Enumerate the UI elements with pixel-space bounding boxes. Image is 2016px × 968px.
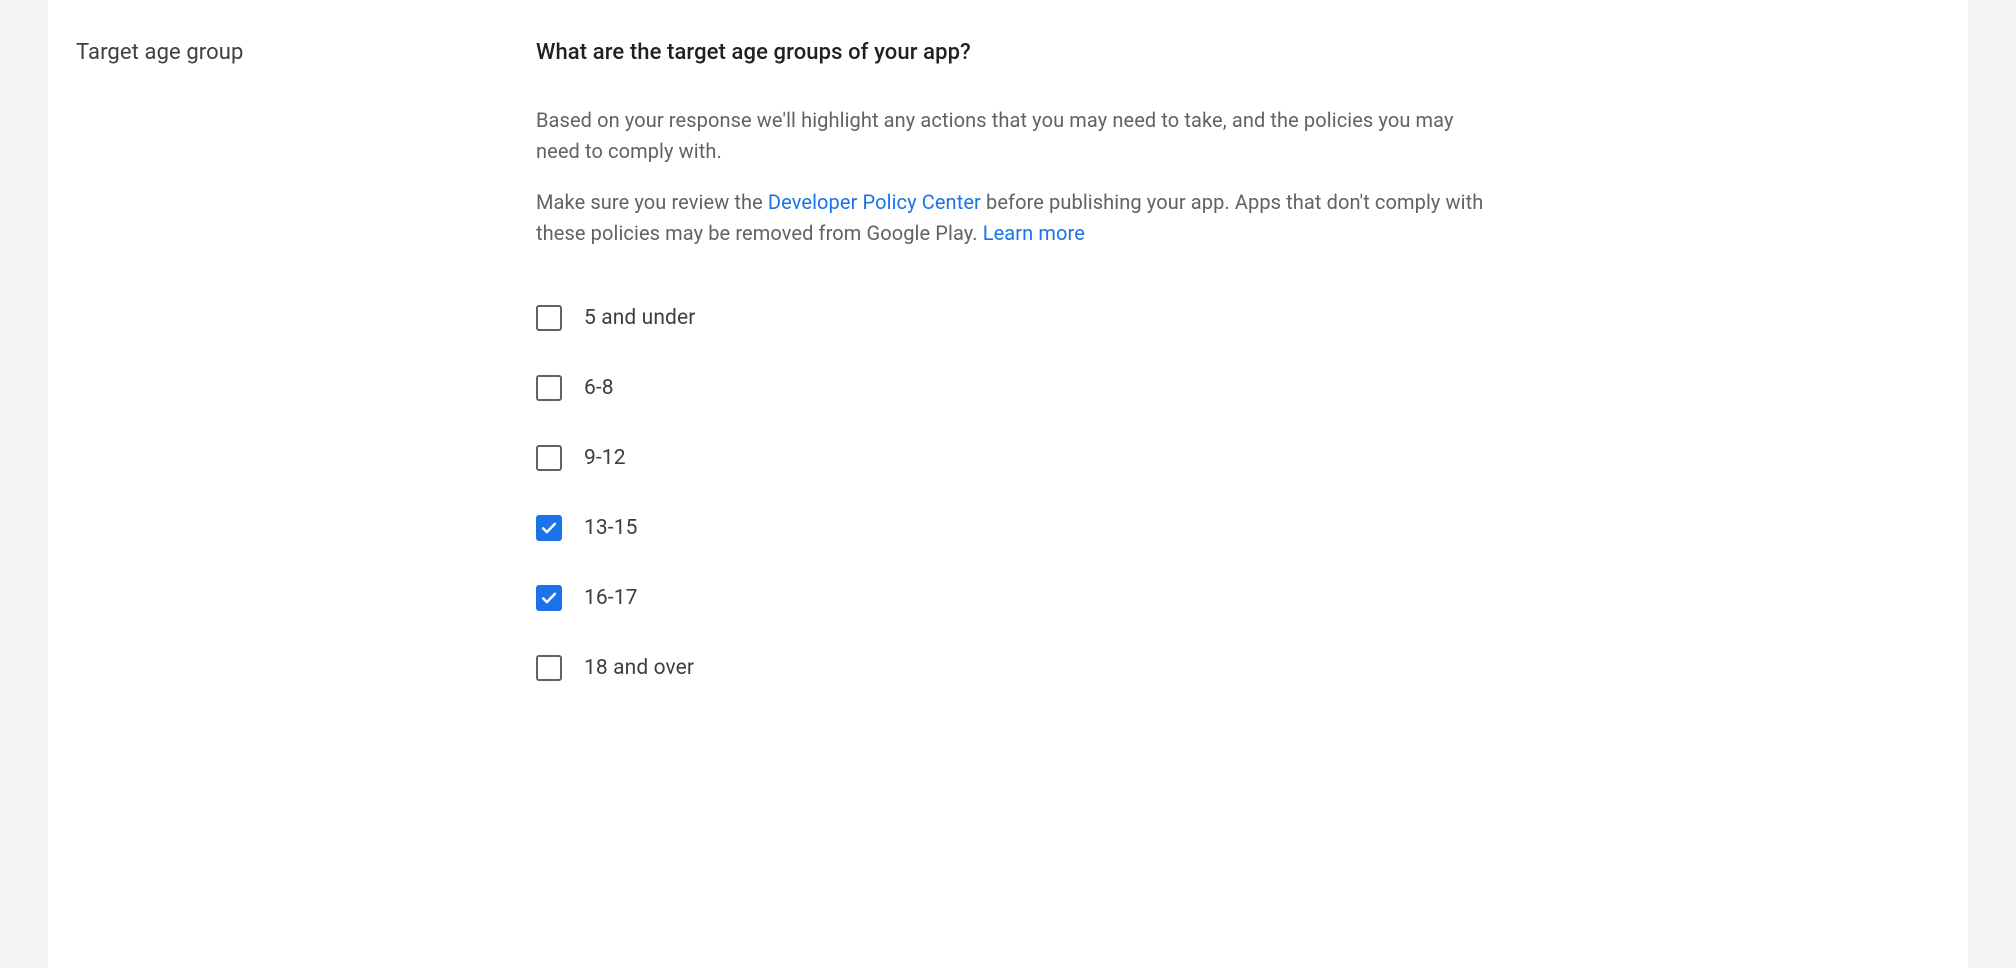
description-1: Based on your response we'll highlight a…: [536, 105, 1496, 167]
label-column: Target age group: [76, 40, 536, 65]
description-2: Make sure you review the Developer Polic…: [536, 187, 1496, 249]
checkbox-9-12[interactable]: [536, 445, 562, 471]
option-label: 16-17: [584, 586, 638, 610]
content-column: What are the target age groups of your a…: [536, 40, 1496, 725]
age-option-18-and-over: 18 and over: [536, 655, 1496, 681]
age-option-13-15: 13-15: [536, 515, 1496, 541]
content-card: Target age group What are the target age…: [48, 0, 1968, 968]
option-label: 9-12: [584, 446, 626, 470]
checkbox-13-15[interactable]: [536, 515, 562, 541]
option-label: 13-15: [584, 516, 638, 540]
checkbox-18-and-over[interactable]: [536, 655, 562, 681]
age-option-9-12: 9-12: [536, 445, 1496, 471]
check-icon: [539, 518, 559, 538]
checkbox-16-17[interactable]: [536, 585, 562, 611]
target-age-group-row: Target age group What are the target age…: [76, 40, 1940, 725]
age-options-list: 5 and under 6-8 9-12: [536, 305, 1496, 681]
developer-policy-center-link[interactable]: Developer Policy Center: [768, 190, 981, 214]
section-label: Target age group: [76, 40, 536, 65]
check-icon: [539, 588, 559, 608]
age-option-6-8: 6-8: [536, 375, 1496, 401]
learn-more-link[interactable]: Learn more: [983, 221, 1085, 245]
option-label: 18 and over: [584, 656, 694, 680]
option-label: 5 and under: [584, 306, 695, 330]
age-option-5-and-under: 5 and under: [536, 305, 1496, 331]
option-label: 6-8: [584, 376, 614, 400]
desc2-pre: Make sure you review the: [536, 190, 768, 214]
age-option-16-17: 16-17: [536, 585, 1496, 611]
checkbox-5-and-under[interactable]: [536, 305, 562, 331]
checkbox-6-8[interactable]: [536, 375, 562, 401]
question-heading: What are the target age groups of your a…: [536, 40, 1496, 65]
